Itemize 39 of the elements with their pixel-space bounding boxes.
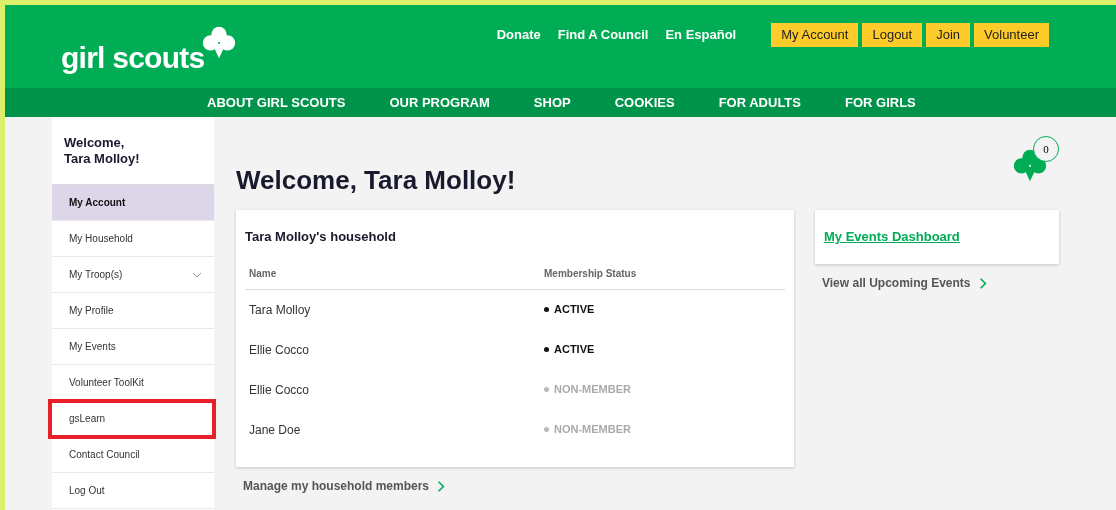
nav-link[interactable]: COOKIES bbox=[614, 92, 675, 113]
nav-link[interactable]: FOR ADULTS bbox=[718, 92, 801, 113]
sidebar-item[interactable]: My Troop(s) bbox=[52, 257, 214, 293]
member-name: Ellie Cocco bbox=[249, 341, 311, 359]
sidebar-item[interactable]: Contact Council bbox=[52, 437, 214, 473]
chevron-right-icon bbox=[437, 479, 446, 493]
membership-status: NON-MEMBER bbox=[544, 381, 631, 398]
header-button[interactable]: Join bbox=[926, 23, 971, 47]
page-title: Welcome, Tara Molloy! bbox=[236, 164, 516, 197]
upcoming-events-link[interactable]: View all Upcoming Events bbox=[822, 274, 1059, 292]
sidebar-item[interactable]: gsLearn bbox=[50, 401, 214, 437]
header-button[interactable]: My Account bbox=[771, 23, 859, 47]
membership-status: NON-MEMBER bbox=[544, 421, 631, 438]
chevron-right-icon bbox=[978, 276, 987, 290]
header-button[interactable]: Logout bbox=[862, 23, 923, 47]
sidebar-item[interactable]: My Household bbox=[52, 221, 214, 257]
membership-status: ACTIVE bbox=[544, 301, 595, 318]
sidebar-item[interactable]: My Profile bbox=[52, 293, 214, 329]
header-button[interactable]: Volunteer bbox=[974, 23, 1049, 47]
sidebar-item[interactable]: My Account bbox=[52, 185, 214, 221]
chevron-down-icon bbox=[192, 271, 202, 278]
manage-members-link[interactable]: Manage my household members bbox=[243, 477, 794, 495]
cart-count-badge: 0 bbox=[1033, 136, 1059, 162]
nav-link[interactable]: OUR PROGRAM bbox=[389, 92, 490, 113]
sidebar-item[interactable]: My Events bbox=[52, 329, 214, 365]
trefoil-icon bbox=[202, 25, 237, 59]
sidebar-item[interactable]: Log Out bbox=[52, 473, 214, 509]
nav-link[interactable]: FOR GIRLS bbox=[844, 92, 916, 113]
column-header: Membership Status bbox=[544, 266, 637, 281]
household-title: Tara Molloy's household bbox=[245, 228, 397, 246]
member-name: Tara Molloy bbox=[249, 301, 312, 319]
nav-link[interactable]: SHOP bbox=[533, 92, 571, 113]
column-header: Name bbox=[249, 266, 278, 281]
member-name: Ellie Cocco bbox=[249, 381, 311, 399]
membership-status: ACTIVE bbox=[544, 341, 595, 358]
sidebar-greeting: Welcome, Tara Molloy! bbox=[64, 135, 141, 167]
sidebar-item[interactable]: Volunteer ToolKit bbox=[52, 365, 214, 401]
member-name: Jane Doe bbox=[249, 421, 302, 439]
nav-link[interactable]: ABOUT GIRL SCOUTS bbox=[207, 92, 346, 113]
